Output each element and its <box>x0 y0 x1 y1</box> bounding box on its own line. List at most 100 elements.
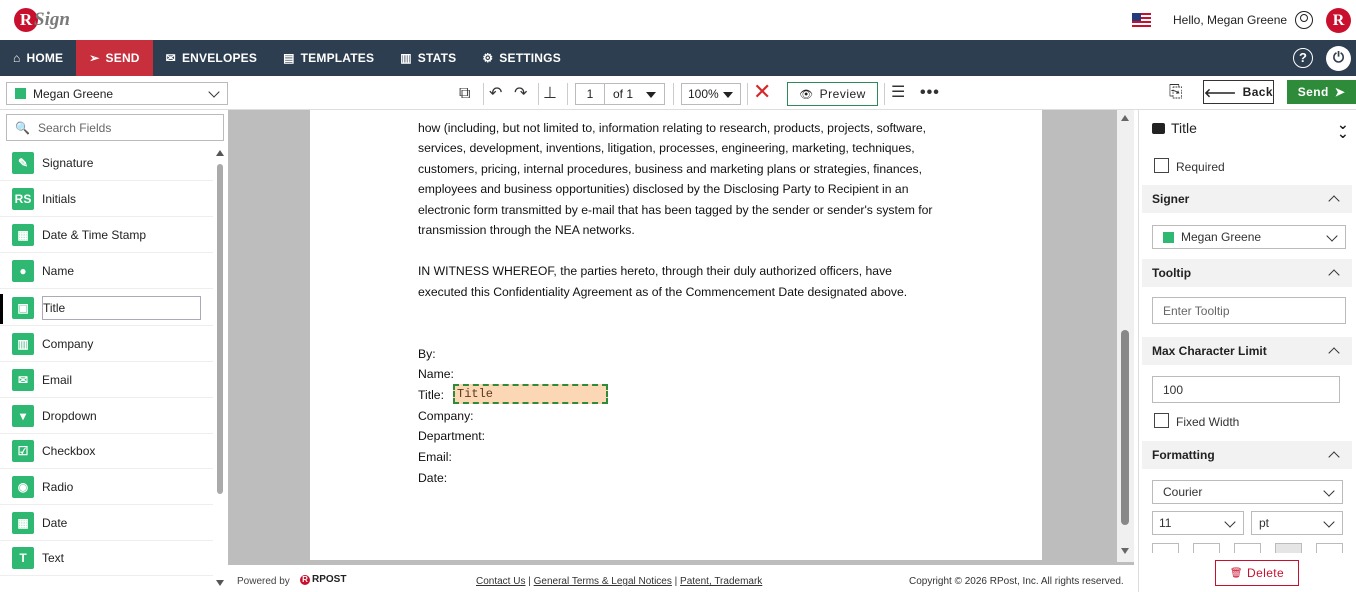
delete-label: Delete <box>1247 566 1285 580</box>
field-label: Radio <box>42 479 74 494</box>
help-icon[interactable]: ? <box>1293 48 1313 68</box>
preview-button[interactable]: 👁 Preview <box>787 82 878 106</box>
fit-page-icon[interactable]: ⧉ <box>459 84 470 104</box>
font-select[interactable]: Courier <box>1152 480 1343 504</box>
align-icon[interactable]: ☰ <box>891 83 905 103</box>
max-char-section-header[interactable]: Max Character Limit <box>1142 337 1352 365</box>
send-icon: ➢ <box>89 51 100 65</box>
fixed-width-checkbox[interactable] <box>1154 413 1169 428</box>
caret-down-icon <box>646 92 656 98</box>
field-initials[interactable]: RS Initials <box>0 181 213 217</box>
document-scrollbar[interactable] <box>1117 110 1134 562</box>
nav-label: TEMPLATES <box>300 51 375 65</box>
tooltip-section-header[interactable]: Tooltip <box>1142 259 1352 287</box>
font-unit-value: pt <box>1259 516 1270 530</box>
page-select[interactable]: of 1 <box>605 83 665 105</box>
format-button[interactable] <box>1275 543 1302 553</box>
toolbar-divider <box>747 83 748 105</box>
delete-button[interactable]: 🗑 Delete <box>1215 560 1299 586</box>
more-icon[interactable]: ••• <box>920 83 940 103</box>
us-flag-icon[interactable] <box>1132 13 1151 27</box>
brand-avatar[interactable]: R <box>1326 8 1351 33</box>
nav-home[interactable]: ⌂ HOME <box>0 40 76 76</box>
document-page[interactable] <box>310 110 1042 560</box>
nav-envelopes[interactable]: ✉ ENVELOPES <box>153 40 270 76</box>
field-label: Company <box>42 336 94 351</box>
format-button[interactable] <box>1234 543 1261 553</box>
field-text[interactable]: T Text <box>0 540 213 576</box>
nav-templates[interactable]: ▤ TEMPLATES <box>270 40 387 76</box>
field-name[interactable]: ● Name <box>0 253 213 289</box>
scroll-down-icon[interactable] <box>216 580 224 586</box>
page-number-input[interactable]: 1 <box>575 83 605 105</box>
collapse-icon[interactable]: ⌄ ⌄ <box>1337 118 1349 141</box>
properties-title: Title <box>1152 120 1197 136</box>
field-date[interactable]: ▦ Date <box>0 505 213 541</box>
field-label: Dropdown <box>42 408 97 423</box>
field-checkbox[interactable]: ☑ Checkbox <box>0 433 213 469</box>
terms-link[interactable]: General Terms & Legal Notices <box>534 576 672 587</box>
field-label: Initials <box>42 191 77 206</box>
hierarchy-icon[interactable]: ⊥ <box>543 84 557 104</box>
field-radio[interactable]: ◉ Radio <box>0 469 213 505</box>
power-icon[interactable]: ⏻ <box>1326 46 1351 71</box>
preview-label: Preview <box>819 87 866 101</box>
placed-title-field[interactable]: Title <box>453 384 608 404</box>
scroll-down-icon[interactable] <box>1121 548 1129 554</box>
signer-name: Megan Greene <box>1181 230 1262 244</box>
rpost-text: RPOST <box>312 574 347 585</box>
rsign-logo[interactable]: R Sign <box>14 6 74 34</box>
max-char-input[interactable]: 100 <box>1152 376 1340 403</box>
font-unit-select[interactable]: pt <box>1251 511 1343 535</box>
tooltip-input[interactable]: Enter Tooltip <box>1152 297 1346 324</box>
scroll-thumb[interactable] <box>217 164 223 494</box>
user-profile-icon[interactable] <box>1295 11 1313 29</box>
field-title[interactable]: ▣ Title <box>0 290 213 326</box>
format-button[interactable] <box>1193 543 1220 553</box>
dropdown-icon: ▾ <box>12 404 34 427</box>
logo-text: Sign <box>34 9 70 30</box>
toolbar-divider <box>884 83 885 105</box>
calendar-icon: ▦ <box>12 511 34 534</box>
main-nav: ⌂ HOME ➢ SEND ✉ ENVELOPES ▤ TEMPLATES ▥ STATS… <box>0 40 1356 76</box>
history-icon[interactable]: ⎘ <box>1169 82 1183 102</box>
nav-stats[interactable]: ▥ STATS <box>387 40 469 76</box>
chevron-down-icon <box>1224 516 1236 528</box>
scroll-thumb[interactable] <box>1121 330 1129 525</box>
nav-send[interactable]: ➢ SEND <box>76 40 153 76</box>
top-bar <box>0 0 1356 40</box>
rpost-logo-icon: R <box>300 575 310 585</box>
recipient-select[interactable]: Megan Greene <box>6 82 228 105</box>
field-email[interactable]: ✉ Email <box>0 362 213 398</box>
back-button[interactable]: 🡐 Back <box>1203 80 1274 104</box>
required-checkbox[interactable] <box>1154 158 1169 173</box>
sig-label-name: Name: <box>418 367 454 381</box>
signer-select[interactable]: Megan Greene <box>1152 225 1346 249</box>
section-title: Tooltip <box>1152 266 1192 280</box>
search-fields-input[interactable]: 🔍 Search Fields <box>6 114 224 141</box>
field-dropdown[interactable]: ▾ Dropdown <box>0 398 213 434</box>
patent-link[interactable]: Patent, Trademark <box>680 576 762 587</box>
field-label: Checkbox <box>42 443 96 458</box>
format-button[interactable] <box>1316 543 1343 553</box>
required-label: Required <box>1176 160 1225 174</box>
fields-scrollbar[interactable] <box>215 150 226 590</box>
nav-settings[interactable]: ⚙ SETTINGS <box>469 40 574 76</box>
send-button[interactable]: Send ➤ <box>1287 80 1356 104</box>
undo-icon[interactable]: ↶ <box>489 84 502 104</box>
format-button[interactable] <box>1152 543 1179 553</box>
signer-section-header[interactable]: Signer <box>1142 185 1352 213</box>
delete-all-icon[interactable]: ✕ <box>753 82 771 104</box>
font-size-select[interactable]: 11 <box>1152 511 1244 535</box>
field-signature[interactable]: ✎ Signature <box>0 145 213 181</box>
building-icon: ▥ <box>12 332 34 355</box>
field-company[interactable]: ▥ Company <box>0 326 213 362</box>
redo-icon[interactable]: ↷ <box>514 84 527 104</box>
scroll-up-icon[interactable] <box>216 150 224 156</box>
contact-us-link[interactable]: Contact Us <box>476 576 525 587</box>
zoom-select[interactable]: 100% <box>681 83 741 105</box>
scroll-up-icon[interactable] <box>1121 115 1129 121</box>
field-date-time-stamp[interactable]: ▦ Date & Time Stamp <box>0 217 213 253</box>
formatting-section-header[interactable]: Formatting <box>1142 441 1352 469</box>
sig-label-by: By: <box>418 347 436 361</box>
